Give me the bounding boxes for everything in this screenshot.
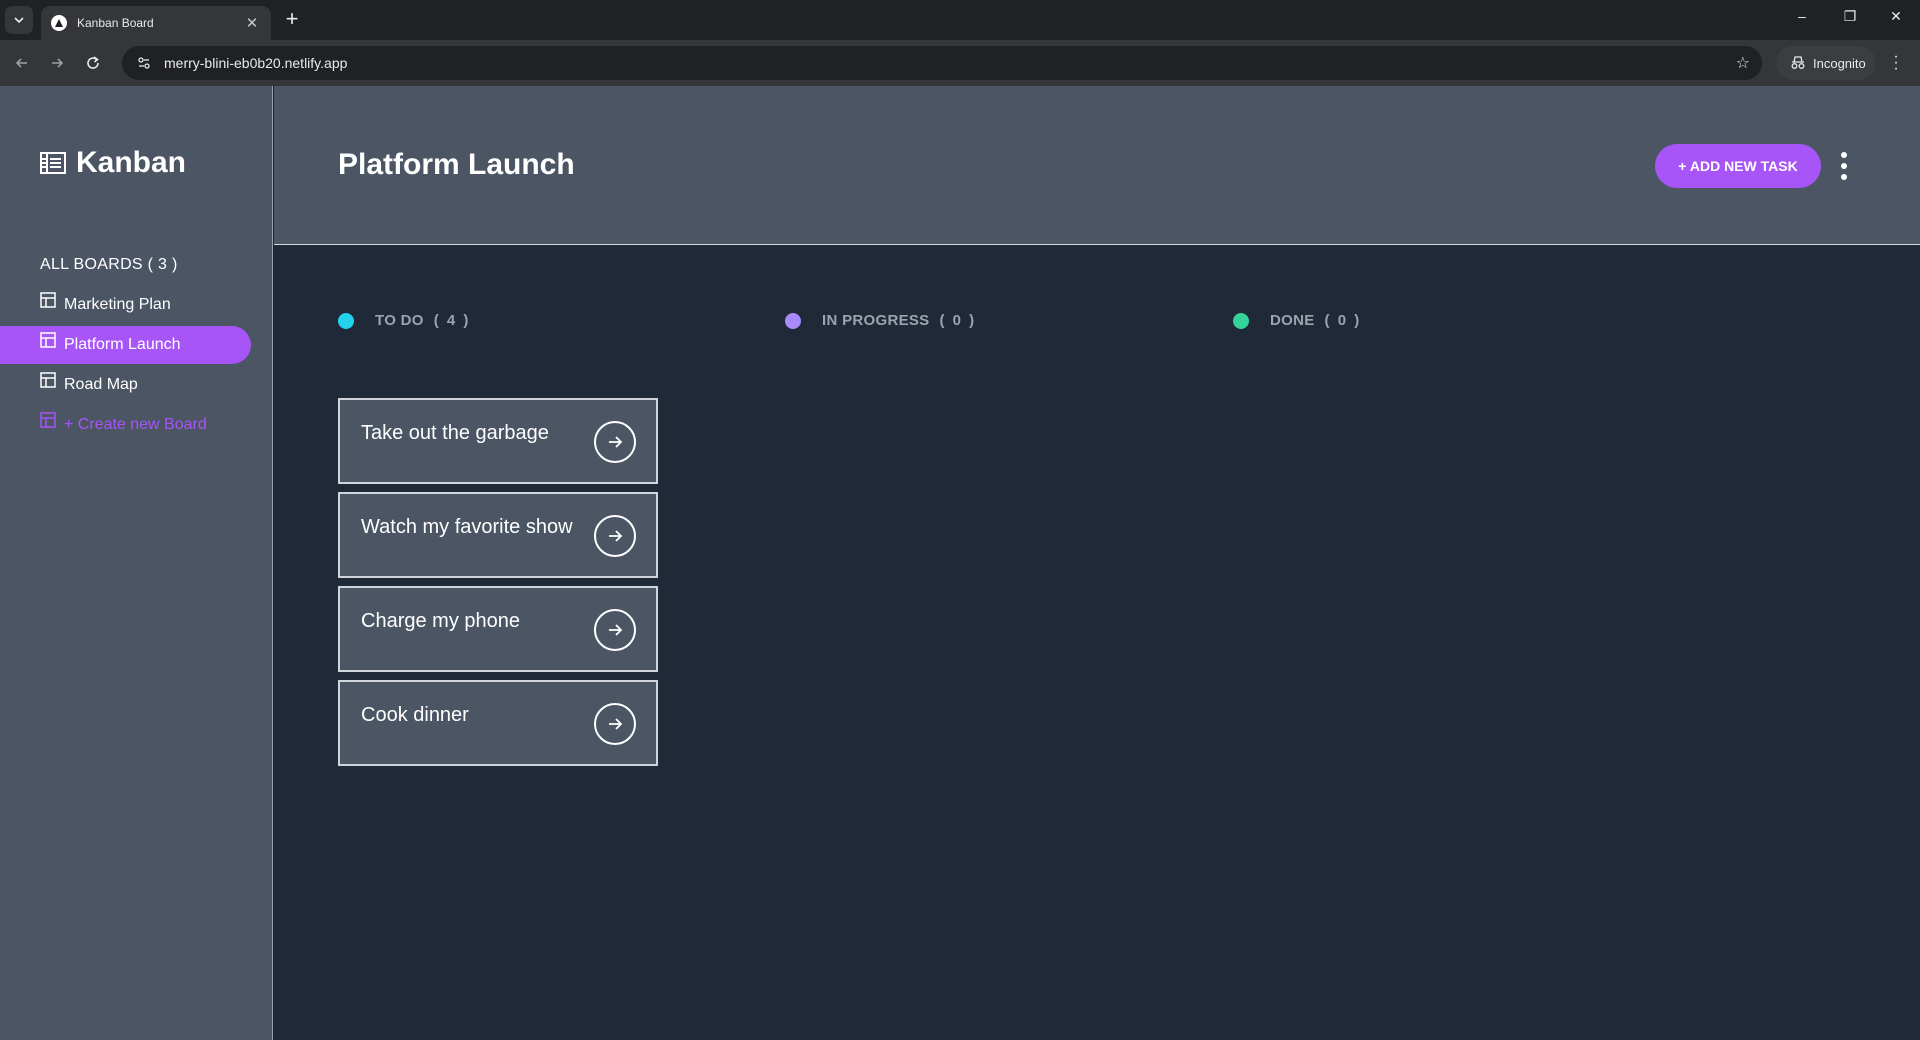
sidebar-item-label: Road Map xyxy=(64,376,138,393)
column-count: ( 4 ) xyxy=(433,312,471,329)
board-icon xyxy=(40,292,56,308)
task-card[interactable]: Cook dinner xyxy=(338,680,658,766)
arrow-right-icon xyxy=(609,624,623,636)
tab-title: Kanban Board xyxy=(77,16,154,30)
sidebar: Kanban ALL BOARDS ( 3 ) Marketing Plan P… xyxy=(0,86,273,1040)
browser-tabstrip: Kanban Board ✕ + – ❐ ✕ xyxy=(0,0,1920,40)
browser-toolbar: merry-blini-eb0b20.netlify.app ☆ Incogni… xyxy=(0,40,1920,86)
triangle-favicon-icon xyxy=(51,15,67,31)
tab-search-button[interactable] xyxy=(5,6,33,34)
kanban-app: Kanban ALL BOARDS ( 3 ) Marketing Plan P… xyxy=(0,86,1920,1040)
address-bar[interactable]: merry-blini-eb0b20.netlify.app ☆ xyxy=(122,46,1762,80)
column-header-todo: TO DO ( 4 ) xyxy=(338,312,470,329)
open-task-button[interactable] xyxy=(594,703,636,745)
create-new-board-label: + Create new Board xyxy=(64,416,207,433)
board-icon xyxy=(40,332,56,348)
task-title: Watch my favorite show xyxy=(361,516,573,538)
kanban-logo-icon xyxy=(40,152,66,174)
incognito-label: Incognito xyxy=(1813,55,1866,71)
board-icon xyxy=(40,412,56,428)
sidebar-item-road-map[interactable]: Road Map xyxy=(0,366,251,404)
minimize-icon[interactable]: – xyxy=(1782,8,1822,24)
task-card[interactable]: Take out the garbage xyxy=(338,398,658,484)
site-settings-icon[interactable] xyxy=(132,51,156,75)
column-count: ( 0 ) xyxy=(1324,312,1362,329)
open-task-button[interactable] xyxy=(594,421,636,463)
arrow-right-icon xyxy=(609,718,623,730)
open-task-button[interactable] xyxy=(594,609,636,651)
task-card[interactable]: Watch my favorite show xyxy=(338,492,658,578)
browser-tab[interactable]: Kanban Board ✕ xyxy=(41,6,271,40)
done-status-dot xyxy=(1233,312,1249,329)
bookmark-star-icon[interactable]: ☆ xyxy=(1736,53,1750,73)
board-area: Platform Launch + ADD NEW TASK TO DO ( 4… xyxy=(274,86,1920,1040)
column-header-in-progress: IN PROGRESS ( 0 ) xyxy=(785,312,976,329)
incognito-icon xyxy=(1791,56,1805,69)
column-name: DONE xyxy=(1270,312,1315,329)
column-name: IN PROGRESS xyxy=(822,312,930,329)
all-boards-heading: ALL BOARDS ( 3 ) xyxy=(40,256,178,273)
arrow-right-icon xyxy=(609,530,623,542)
board-menu-icon[interactable] xyxy=(1834,148,1854,184)
logo: Kanban xyxy=(40,146,186,180)
close-tab-icon[interactable]: ✕ xyxy=(243,14,261,32)
board-icon xyxy=(40,372,56,388)
sidebar-item-platform-launch[interactable]: Platform Launch xyxy=(0,326,251,364)
sidebar-item-marketing-plan[interactable]: Marketing Plan xyxy=(0,286,251,324)
logo-text: Kanban xyxy=(76,146,187,179)
sidebar-item-label: Platform Launch xyxy=(64,336,181,353)
column-count: ( 0 ) xyxy=(939,312,977,329)
open-task-button[interactable] xyxy=(594,515,636,557)
close-window-icon[interactable]: ✕ xyxy=(1876,8,1916,25)
task-title: Cook dinner xyxy=(361,704,469,726)
task-title: Take out the garbage xyxy=(361,422,549,444)
url-text: merry-blini-eb0b20.netlify.app xyxy=(164,55,348,71)
task-title: Charge my phone xyxy=(361,610,520,632)
reload-icon[interactable] xyxy=(80,50,106,76)
new-tab-button[interactable]: + xyxy=(280,8,304,32)
incognito-indicator[interactable]: Incognito xyxy=(1776,46,1876,80)
create-new-board-button[interactable]: + Create new Board xyxy=(0,406,251,444)
column-header-done: DONE ( 0 ) xyxy=(1233,312,1361,329)
restore-icon[interactable]: ❐ xyxy=(1830,8,1870,25)
sidebar-item-label: Marketing Plan xyxy=(64,296,171,313)
in-progress-status-dot xyxy=(785,312,801,329)
back-icon[interactable] xyxy=(9,50,35,76)
column-name: TO DO xyxy=(375,312,424,329)
browser-menu-icon[interactable]: · · · xyxy=(1886,49,1906,77)
chevron-down-icon xyxy=(14,17,24,24)
todo-status-dot xyxy=(338,312,354,329)
arrow-right-icon xyxy=(609,436,623,448)
page-title: Platform Launch xyxy=(338,148,575,181)
add-new-task-button[interactable]: + ADD NEW TASK xyxy=(1655,144,1821,188)
forward-icon[interactable] xyxy=(44,50,70,76)
board-header: Platform Launch + ADD NEW TASK xyxy=(274,86,1920,245)
task-card[interactable]: Charge my phone xyxy=(338,586,658,672)
